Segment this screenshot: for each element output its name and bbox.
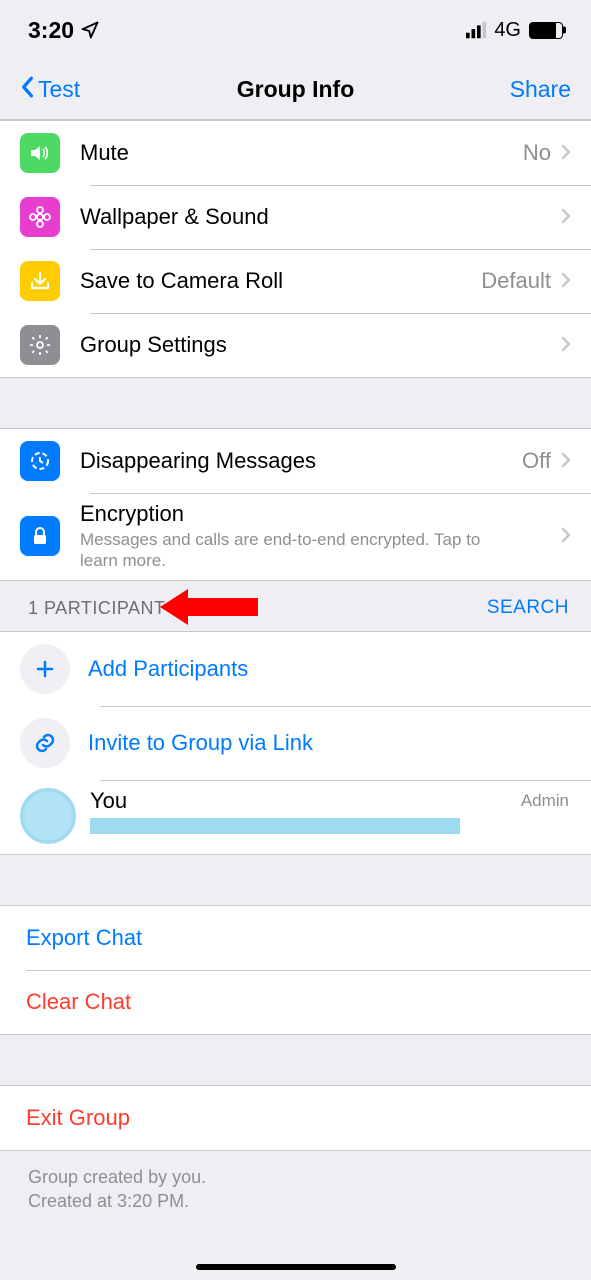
camera-roll-value: Default [481,268,551,294]
footer-line-1: Group created by you. [28,1165,563,1189]
invite-link-label: Invite to Group via Link [88,730,591,756]
footer-line-2: Created at 3:20 PM. [28,1189,563,1213]
flower-icon [20,197,60,237]
signal-icon [466,21,488,39]
status-bar: 3:20 4G [0,0,591,60]
invite-link-row[interactable]: Invite to Group via Link [0,706,591,780]
annotation-arrow [160,589,258,625]
search-participants-button[interactable]: SEARCH [487,597,569,619]
network-label: 4G [494,19,521,42]
disappearing-messages-row[interactable]: Disappearing Messages Off [0,429,591,493]
chevron-right-icon [561,448,571,474]
chevron-right-icon [561,268,571,294]
link-icon [20,718,70,768]
wallpaper-label: Wallpaper & Sound [80,204,561,230]
participants-header: 1 PARTICIPANT SEARCH [0,581,591,631]
chevron-right-icon [561,523,571,549]
wallpaper-sound-row[interactable]: Wallpaper & Sound [0,185,591,249]
battery-icon [529,22,563,39]
group-settings-label: Group Settings [80,332,561,358]
exit-group-label: Exit Group [26,1105,591,1131]
participant-role: Admin [521,791,591,811]
plus-icon [20,644,70,694]
timer-icon [20,441,60,481]
chevron-right-icon [561,140,571,166]
participant-name: You [90,788,127,814]
participant-you-row[interactable]: You Admin [0,780,591,854]
chevron-right-icon [561,204,571,230]
export-chat-row[interactable]: Export Chat [0,906,591,970]
footer-note: Group created by you. Created at 3:20 PM… [0,1151,591,1254]
encryption-subtitle: Messages and calls are end-to-end encryp… [80,529,561,572]
status-time: 3:20 [28,17,74,44]
export-chat-label: Export Chat [26,925,591,951]
gear-icon [20,325,60,365]
mute-value: No [523,140,551,166]
avatar [20,788,76,844]
clear-chat-label: Clear Chat [26,989,591,1015]
home-indicator[interactable] [196,1264,396,1270]
share-button[interactable]: Share [510,76,571,103]
lock-icon [20,516,60,556]
camera-roll-row[interactable]: Save to Camera Roll Default [0,249,591,313]
participants-count-label: 1 PARTICIPANT [28,598,166,619]
group-settings-row[interactable]: Group Settings [0,313,591,377]
clear-chat-row[interactable]: Clear Chat [0,970,591,1034]
page-title: Group Info [237,76,355,103]
chevron-left-icon [20,76,34,104]
camera-roll-label: Save to Camera Roll [80,268,481,294]
location-icon [80,20,100,40]
back-button[interactable]: Test [20,76,80,104]
mute-label: Mute [80,140,523,166]
speaker-icon [20,133,60,173]
add-participants-label: Add Participants [88,656,591,682]
add-participants-row[interactable]: Add Participants [0,632,591,706]
disappearing-value: Off [522,448,551,474]
navigation-bar: Test Group Info Share [0,60,591,120]
exit-group-row[interactable]: Exit Group [0,1086,591,1150]
chevron-right-icon [561,332,571,358]
back-label: Test [38,76,80,103]
encryption-row[interactable]: Encryption Messages and calls are end-to… [0,493,591,580]
redacted-phone [90,818,460,834]
encryption-label: Encryption [80,501,561,527]
disappearing-label: Disappearing Messages [80,448,522,474]
mute-row[interactable]: Mute No [0,121,591,185]
download-icon [20,261,60,301]
